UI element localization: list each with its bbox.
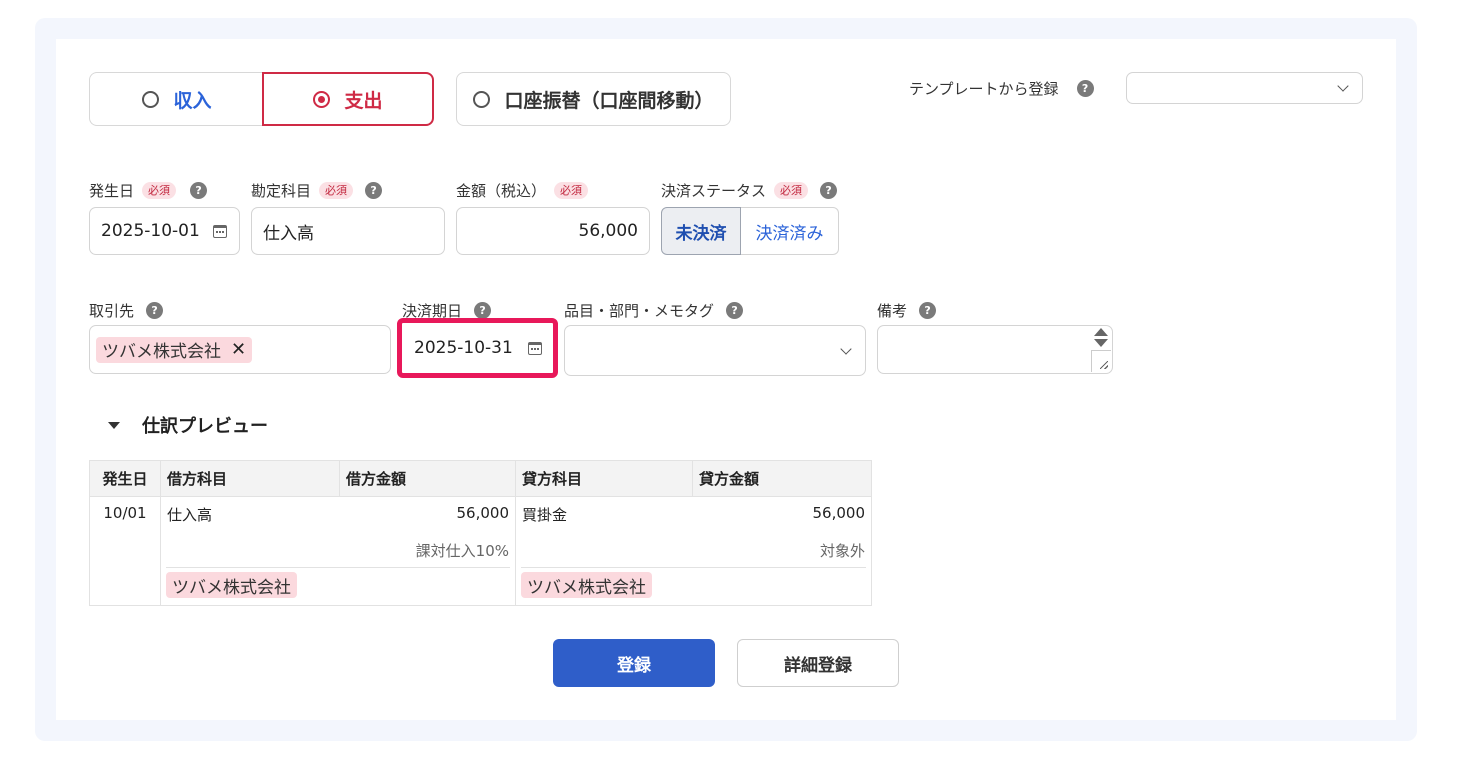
detail-register-button[interactable]: 詳細登録 <box>737 639 899 687</box>
close-icon[interactable]: ✕ <box>231 339 246 360</box>
spinner-down-icon[interactable] <box>1094 339 1108 347</box>
chevron-down-icon <box>1337 80 1349 92</box>
calendar-icon[interactable] <box>527 340 543 356</box>
required-badge: 必須 <box>319 182 354 199</box>
divider <box>166 567 510 568</box>
credit-account: 買掛金 <box>522 506 568 524</box>
date-cell: 10/01 <box>89 496 161 606</box>
column-header: 借方科目 <box>160 460 340 497</box>
partner-label: 取引先 ? <box>89 300 164 321</box>
status-unpaid-button[interactable]: 未決済 <box>661 207 741 255</box>
due-date-input[interactable]: 2025-10-31 <box>397 318 558 378</box>
debit-partner-tag: ツバメ株式会社 <box>166 572 297 598</box>
divider <box>521 567 866 568</box>
status-label-text: 決済ステータス <box>661 182 767 200</box>
account-input-value: 仕入高 <box>263 223 314 244</box>
row-date: 10/01 <box>103 504 147 522</box>
help-icon[interactable]: ? <box>146 302 164 319</box>
register-button[interactable]: 登録 <box>553 639 715 687</box>
amount-label: 金額（税込） 必須 <box>456 180 589 201</box>
spinner-up-icon[interactable] <box>1094 328 1108 336</box>
preview-title: 仕訳プレビュー <box>142 416 268 437</box>
help-icon[interactable]: ? <box>1076 80 1094 97</box>
column-header: 貸方科目 <box>515 460 693 497</box>
date-label: 発生日 必須 ? <box>89 180 208 201</box>
amount-input-value: 56,000 <box>578 221 638 241</box>
tab-expense[interactable]: 支出 <box>262 72 434 126</box>
date-label-text: 発生日 <box>89 182 135 200</box>
calendar-icon[interactable] <box>212 223 228 239</box>
account-label: 勘定科目 必須 ? <box>251 180 383 201</box>
table-header-row: 発生日 借方科目 借方金額 貸方科目 貸方金額 <box>89 460 872 497</box>
column-header: 発生日 <box>89 460 161 497</box>
status-toggle: 未決済 決済済み <box>661 207 839 255</box>
memo-label: 備考 ? <box>877 300 937 321</box>
memo-textarea[interactable] <box>877 325 1113 374</box>
tab-transfer-label: 口座振替（口座間移動） <box>504 89 714 112</box>
table-row: 10/01 仕入高 56,000 課対仕入10% ツバメ株式会社 買掛金 56,… <box>89 496 872 606</box>
template-label: テンプレートから登録 ? <box>909 78 1094 99</box>
column-header: 借方金額 <box>339 460 516 497</box>
template-select[interactable] <box>1126 72 1363 104</box>
date-input[interactable]: 2025-10-01 <box>89 207 240 255</box>
required-badge: 必須 <box>142 182 177 199</box>
debit-cell: 仕入高 56,000 課対仕入10% ツバメ株式会社 <box>160 496 516 606</box>
partner-input[interactable]: ツバメ株式会社 ✕ <box>89 325 391 374</box>
help-icon[interactable]: ? <box>919 302 937 319</box>
spinner[interactable] <box>1092 328 1110 347</box>
radio-checked-icon <box>313 90 331 108</box>
account-input[interactable]: 仕入高 <box>251 207 445 255</box>
help-icon[interactable]: ? <box>365 182 383 199</box>
credit-cell: 買掛金 56,000 対象外 ツバメ株式会社 <box>515 496 872 606</box>
preview-toggle[interactable]: 仕訳プレビュー <box>108 412 268 438</box>
credit-partner-tag: ツバメ株式会社 <box>521 572 652 598</box>
tab-transfer[interactable]: 口座振替（口座間移動） <box>456 72 731 126</box>
required-badge: 必須 <box>774 182 809 199</box>
memo-label-text: 備考 <box>877 302 908 320</box>
amount-label-text: 金額（税込） <box>456 182 547 200</box>
help-icon[interactable]: ? <box>726 302 744 319</box>
item-label-text: 品目・部門・メモタグ <box>564 302 715 320</box>
help-icon[interactable]: ? <box>474 302 492 319</box>
date-input-value: 2025-10-01 <box>101 221 200 241</box>
partner-tag: ツバメ株式会社 ✕ <box>96 336 253 363</box>
debit-account: 仕入高 <box>167 506 213 524</box>
resize-handle-icon[interactable] <box>1091 350 1111 372</box>
debit-tax: 課対仕入10% <box>415 542 509 560</box>
due-date-value: 2025-10-31 <box>414 338 513 358</box>
partner-tag-label: ツバメ株式会社 <box>102 342 221 362</box>
debit-amount: 56,000 <box>456 504 510 522</box>
radio-icon <box>142 90 160 108</box>
chevron-down-icon <box>840 342 852 355</box>
amount-input[interactable]: 56,000 <box>456 207 650 255</box>
help-icon[interactable]: ? <box>820 182 838 199</box>
tab-income[interactable]: 収入 <box>89 72 264 126</box>
item-select[interactable] <box>564 325 866 376</box>
column-header: 貸方金額 <box>692 460 872 497</box>
template-label-text: テンプレートから登録 <box>909 80 1059 98</box>
help-icon[interactable]: ? <box>190 182 208 199</box>
status-label: 決済ステータス 必須 ? <box>661 180 838 201</box>
partner-label-text: 取引先 <box>89 302 135 320</box>
journal-preview-table: 発生日 借方科目 借方金額 貸方科目 貸方金額 10/01 仕入高 56,000… <box>89 460 872 606</box>
required-badge: 必須 <box>554 182 589 199</box>
tab-income-label: 収入 <box>173 89 212 112</box>
item-label: 品目・部門・メモタグ ? <box>564 300 744 321</box>
account-label-text: 勘定科目 <box>251 182 312 200</box>
caret-down-icon <box>108 421 120 429</box>
radio-icon <box>473 90 491 108</box>
form-panel <box>56 39 1396 720</box>
status-paid-button[interactable]: 決済済み <box>741 207 839 255</box>
credit-amount: 56,000 <box>812 504 866 522</box>
credit-tax: 対象外 <box>819 542 865 560</box>
tab-expense-label: 支出 <box>344 89 383 112</box>
